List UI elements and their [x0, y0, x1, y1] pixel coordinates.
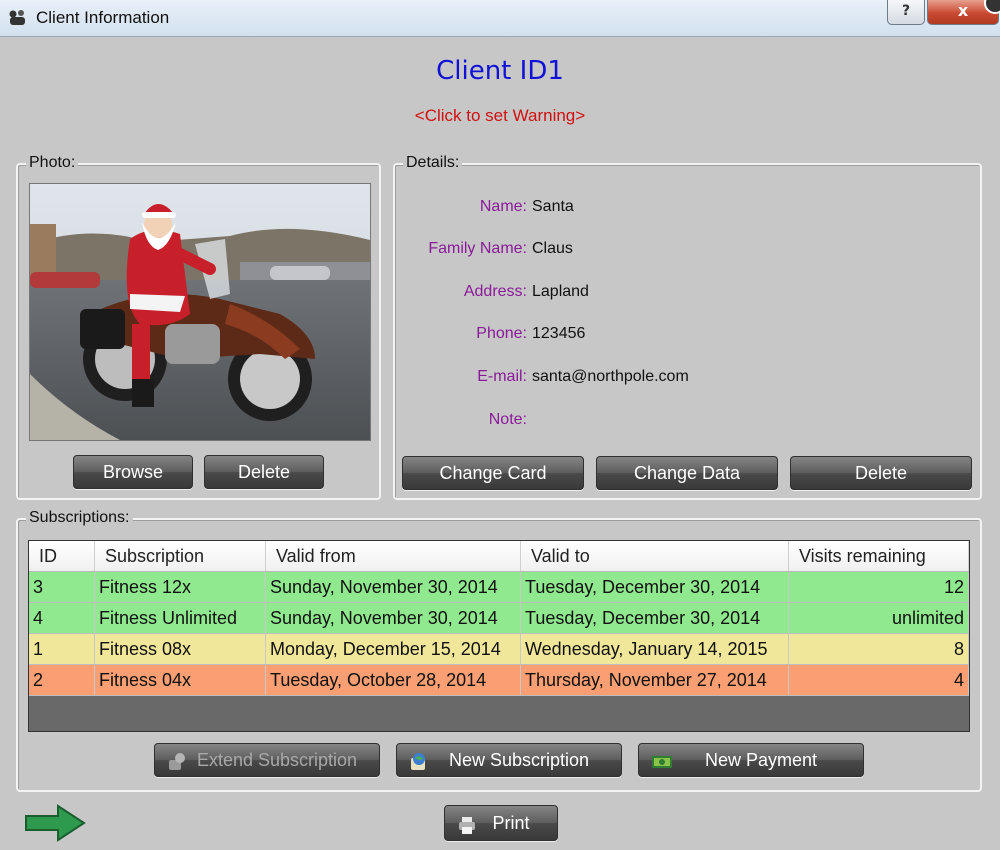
warning-text: <Click to set Warning> — [414, 106, 586, 125]
cell-visits: 8 — [788, 633, 969, 665]
photo-legend: Photo: — [26, 154, 79, 172]
details-delete-button[interactable]: Delete — [790, 456, 972, 490]
printer-icon — [457, 812, 477, 834]
new-payment-label: New Payment — [704, 750, 818, 770]
address-label: Address: — [463, 283, 527, 300]
window-title: Client Information — [36, 8, 170, 27]
column-header-valid-from[interactable]: Valid from — [265, 541, 521, 572]
details-group: Details: Name: Santa Family Name: Claus … — [393, 154, 982, 500]
extend-subscription-label: Extend Subscription — [196, 750, 358, 770]
change-card-button[interactable]: Change Card — [402, 456, 584, 490]
new-subscription-icon — [409, 750, 429, 770]
new-subscription-button[interactable]: New Subscription — [396, 743, 622, 777]
name-label: Name: — [479, 198, 527, 215]
client-header: Client ID1 — [0, 56, 1000, 86]
subscriptions-legend: Subscriptions: — [26, 509, 133, 527]
email-value: santa@northpole.com — [532, 368, 689, 385]
family-name-value: Claus — [532, 240, 573, 257]
help-button[interactable]: ? — [887, 0, 925, 25]
cell-valid-from: Tuesday, October 28, 2014 — [265, 664, 521, 696]
photo-group: Photo: Browse Delete — [16, 154, 381, 500]
cell-visits: 4 — [788, 664, 969, 696]
next-arrow-icon[interactable] — [24, 804, 86, 842]
table-row[interactable]: 3 Fitness 12x Sunday, November 30, 2014 … — [29, 571, 969, 603]
new-subscription-label: New Subscription — [448, 750, 590, 770]
print-label: Print — [492, 813, 530, 833]
family-name-label: Family Name: — [428, 240, 527, 257]
cell-subscription: Fitness 04x — [94, 664, 266, 696]
column-header-id[interactable]: ID — [29, 541, 95, 572]
app-icon — [8, 9, 28, 27]
cell-id: 3 — [29, 571, 95, 603]
cell-valid-from: Sunday, November 30, 2014 — [265, 602, 521, 634]
title-bar: Client Information ? x — [0, 0, 1000, 37]
cell-valid-to: Tuesday, December 30, 2014 — [520, 571, 789, 603]
extend-icon — [167, 750, 187, 770]
client-photo — [29, 183, 371, 441]
cell-id: 1 — [29, 633, 95, 665]
column-header-visits-remaining[interactable]: Visits remaining — [788, 541, 969, 572]
table-row[interactable]: 1 Fitness 08x Monday, December 15, 2014 … — [29, 633, 969, 665]
subscriptions-table[interactable]: ID Subscription Valid from Valid to Visi… — [28, 540, 970, 732]
column-header-valid-to[interactable]: Valid to — [520, 541, 789, 572]
money-icon — [651, 750, 672, 770]
cell-valid-to: Wednesday, January 14, 2015 — [520, 633, 789, 665]
column-header-subscription[interactable]: Subscription — [94, 541, 266, 572]
email-label: E-mail: — [477, 368, 527, 385]
cell-id: 4 — [29, 602, 95, 634]
address-value: Lapland — [532, 283, 589, 300]
client-title: Client ID1 — [436, 56, 564, 86]
phone-label: Phone: — [476, 325, 527, 342]
cell-valid-to: Tuesday, December 30, 2014 — [520, 602, 789, 634]
cell-visits: 12 — [788, 571, 969, 603]
table-row[interactable]: 4 Fitness Unlimited Sunday, November 30,… — [29, 602, 969, 634]
change-data-button[interactable]: Change Data — [596, 456, 778, 490]
cell-subscription: Fitness Unlimited — [94, 602, 266, 634]
table-header-row: ID Subscription Valid from Valid to Visi… — [29, 541, 969, 572]
subscriptions-group: Subscriptions: ID Subscription Valid fro… — [16, 509, 982, 792]
details-legend: Details: — [403, 154, 463, 172]
new-payment-button[interactable]: New Payment — [638, 743, 864, 777]
photo-delete-button[interactable]: Delete — [204, 455, 324, 489]
cell-valid-to: Thursday, November 27, 2014 — [520, 664, 789, 696]
name-value: Santa — [532, 198, 574, 215]
phone-value: 123456 — [532, 325, 586, 342]
cell-id: 2 — [29, 664, 95, 696]
print-button[interactable]: Print — [444, 805, 558, 841]
photo-browse-button[interactable]: Browse — [73, 455, 193, 489]
extend-subscription-button[interactable]: Extend Subscription — [154, 743, 380, 777]
note-label: Note: — [488, 411, 527, 428]
warning-link[interactable]: <Click to set Warning> — [0, 106, 1000, 126]
cell-visits: unlimited — [788, 602, 969, 634]
cell-subscription: Fitness 08x — [94, 633, 266, 665]
cell-valid-from: Sunday, November 30, 2014 — [265, 571, 521, 603]
table-row[interactable]: 2 Fitness 04x Tuesday, October 28, 2014 … — [29, 664, 969, 696]
cell-valid-from: Monday, December 15, 2014 — [265, 633, 521, 665]
cell-subscription: Fitness 12x — [94, 571, 266, 603]
